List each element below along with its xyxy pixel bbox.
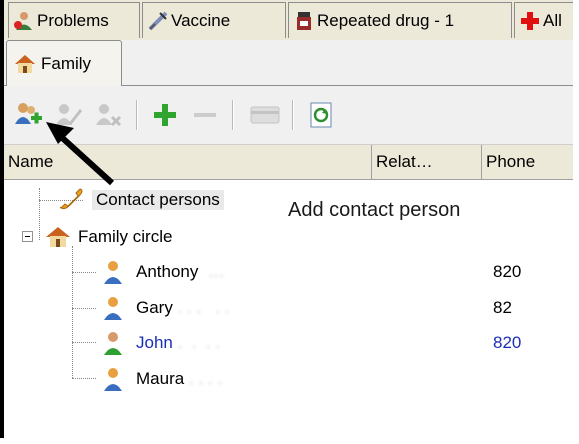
screenshot-border bbox=[0, 438, 579, 444]
tab-family-label: Family bbox=[41, 53, 92, 73]
house-icon bbox=[13, 53, 37, 75]
screenshot-border bbox=[573, 0, 579, 444]
tab-family[interactable]: Family bbox=[6, 40, 122, 86]
